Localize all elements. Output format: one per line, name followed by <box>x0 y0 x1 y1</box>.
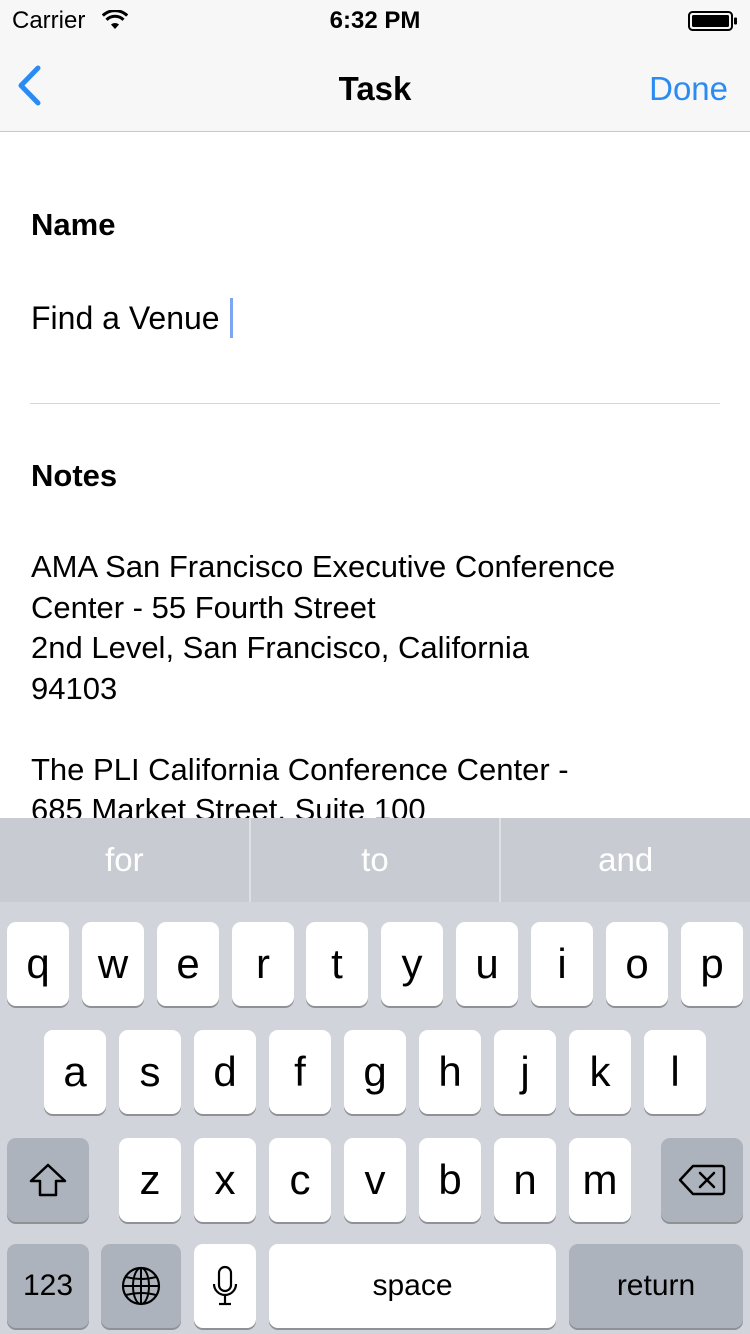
microphone-key[interactable] <box>194 1244 256 1328</box>
delete-key[interactable] <box>661 1138 743 1222</box>
key-i[interactable]: i <box>531 922 593 1006</box>
key-l[interactable]: l <box>644 1030 706 1114</box>
notes-label: Notes <box>31 458 118 493</box>
key-x[interactable]: x <box>194 1138 256 1222</box>
key-v[interactable]: v <box>344 1138 406 1222</box>
key-r[interactable]: r <box>232 922 294 1006</box>
divider <box>30 403 720 404</box>
status-time: 6:32 PM <box>329 7 421 34</box>
key-c[interactable]: c <box>269 1138 331 1222</box>
suggestion-2[interactable]: to <box>251 818 502 902</box>
microphone-icon <box>212 1265 238 1306</box>
suggestion-3[interactable]: and <box>501 818 750 902</box>
name-label: Name <box>31 207 116 242</box>
key-g[interactable]: g <box>344 1030 406 1114</box>
text-cursor <box>229 298 233 338</box>
task-form: Name Find a Venue Notes AMA San Francisc… <box>0 133 750 818</box>
key-y[interactable]: y <box>381 922 443 1006</box>
key-q[interactable]: q <box>7 922 69 1006</box>
key-h[interactable]: h <box>419 1030 481 1114</box>
key-s[interactable]: s <box>119 1030 181 1114</box>
key-t[interactable]: t <box>306 922 368 1006</box>
page-title: Task <box>338 70 412 107</box>
navigation-bar: Task Done <box>0 40 750 132</box>
done-button[interactable]: Done <box>649 70 728 108</box>
numbers-key[interactable]: 123 <box>7 1244 89 1328</box>
key-p[interactable]: p <box>681 922 743 1006</box>
battery-icon <box>688 11 737 31</box>
status-bar: Carrier 6:32 PM <box>0 0 750 40</box>
key-a[interactable]: a <box>44 1030 106 1114</box>
globe-icon <box>121 1266 161 1306</box>
key-n[interactable]: n <box>494 1138 556 1222</box>
key-m[interactable]: m <box>569 1138 631 1222</box>
key-w[interactable]: w <box>82 922 144 1006</box>
shift-icon <box>29 1163 67 1197</box>
key-f[interactable]: f <box>269 1030 331 1114</box>
space-key[interactable]: space <box>269 1244 556 1328</box>
suggestion-1[interactable]: for <box>0 818 251 902</box>
delete-icon <box>678 1164 726 1196</box>
key-k[interactable]: k <box>569 1030 631 1114</box>
keyboard: for to and q w e r t y u i o p a s d f g… <box>0 818 750 1334</box>
shift-key[interactable] <box>7 1138 89 1222</box>
key-z[interactable]: z <box>119 1138 181 1222</box>
name-value: Find a Venue <box>31 300 220 336</box>
key-j[interactable]: j <box>494 1030 556 1114</box>
globe-key[interactable] <box>101 1244 181 1328</box>
key-u[interactable]: u <box>456 922 518 1006</box>
notes-field[interactable]: AMA San Francisco Executive Conference C… <box>31 547 721 818</box>
return-key[interactable]: return <box>569 1244 743 1328</box>
key-b[interactable]: b <box>419 1138 481 1222</box>
key-e[interactable]: e <box>157 922 219 1006</box>
key-d[interactable]: d <box>194 1030 256 1114</box>
predictive-bar: for to and <box>0 818 750 902</box>
key-o[interactable]: o <box>606 922 668 1006</box>
name-field[interactable]: Find a Venue <box>31 293 720 343</box>
